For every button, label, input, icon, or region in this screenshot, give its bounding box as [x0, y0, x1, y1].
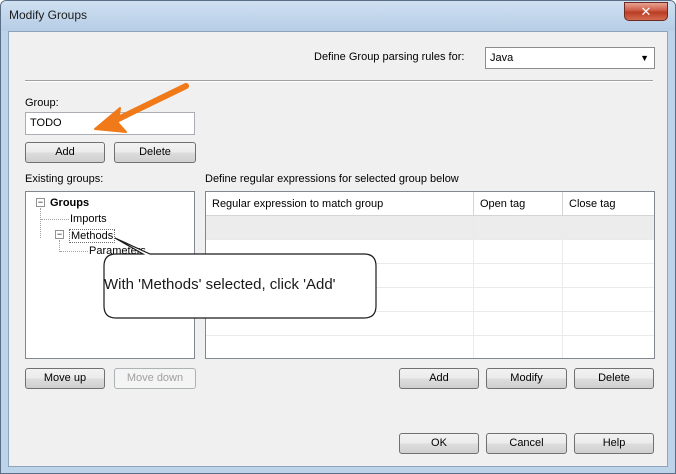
callout-text: With 'Methods' selected, click 'Add' — [104, 276, 336, 293]
annotation-overlay — [94, 83, 377, 319]
annotation-arrow-shaft — [107, 83, 189, 126]
